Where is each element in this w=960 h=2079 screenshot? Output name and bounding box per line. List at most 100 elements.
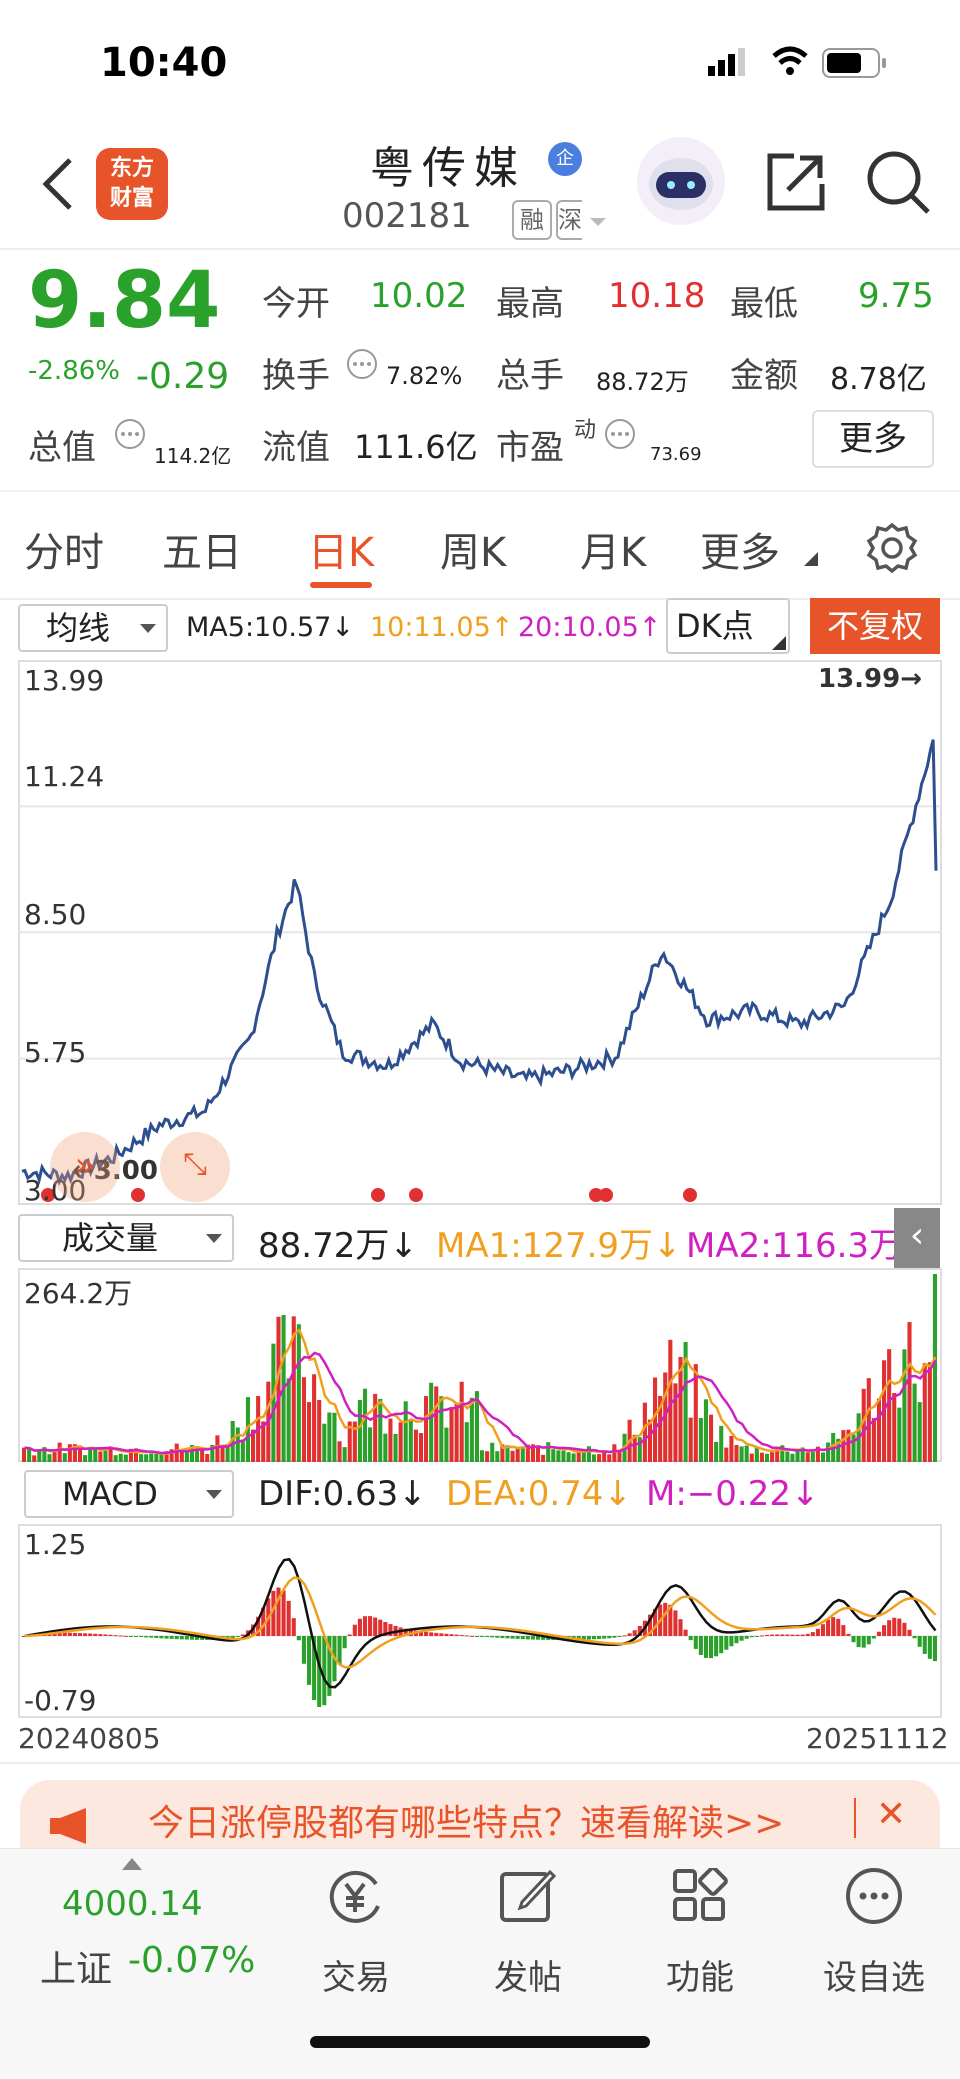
trade-yen-icon[interactable] bbox=[324, 1866, 386, 1928]
info-dots-icon[interactable] bbox=[114, 418, 146, 450]
volume-bar bbox=[510, 1450, 515, 1462]
stock-code: 002181 bbox=[342, 196, 472, 236]
macd-bar bbox=[922, 1636, 927, 1654]
megaphone-icon bbox=[50, 1808, 86, 1844]
macd-dif: DIF:0.63↓ bbox=[258, 1474, 427, 1514]
tab-more[interactable]: 更多 bbox=[700, 520, 780, 578]
ma-dropdown[interactable]: 均线 bbox=[18, 604, 168, 652]
macd-bar bbox=[113, 1635, 118, 1637]
nav-functions[interactable]: 功能 bbox=[630, 1950, 770, 1999]
macd-bar bbox=[602, 1636, 607, 1639]
volume-chart[interactable] bbox=[18, 1268, 942, 1462]
index-up-arrow-icon bbox=[122, 1858, 142, 1870]
banner-close-button[interactable]: ✕ bbox=[876, 1794, 906, 1835]
nav-post[interactable]: 发帖 bbox=[458, 1950, 598, 1999]
status-time: 10:40 bbox=[100, 40, 228, 86]
macd-bar bbox=[281, 1590, 286, 1636]
search-icon[interactable] bbox=[864, 148, 934, 218]
nav-trade[interactable]: 交易 bbox=[286, 1950, 426, 1999]
volume-bar bbox=[907, 1322, 912, 1462]
more-button[interactable]: 更多 bbox=[812, 410, 934, 468]
back-icon[interactable] bbox=[40, 156, 76, 212]
volume-bar bbox=[67, 1444, 72, 1462]
volume-bar bbox=[123, 1454, 128, 1462]
float-value: 111.6亿 bbox=[354, 428, 478, 466]
tab-monthly-k[interactable]: 月K bbox=[580, 520, 646, 578]
macd-bar bbox=[159, 1636, 164, 1639]
macd-bar bbox=[72, 1632, 77, 1636]
volume-bar bbox=[301, 1377, 306, 1462]
functions-grid-icon[interactable] bbox=[672, 1868, 728, 1924]
tab-daily-k[interactable]: 日K bbox=[308, 520, 374, 578]
volume-bar bbox=[27, 1448, 32, 1462]
macd-bar bbox=[500, 1636, 505, 1639]
price-chart[interactable] bbox=[18, 660, 942, 1205]
scroll-left-indicator[interactable]: » bbox=[50, 1132, 120, 1202]
tab-minute[interactable]: 分时 bbox=[24, 520, 104, 578]
volume-bar bbox=[927, 1362, 932, 1462]
tag-dropdown-icon[interactable] bbox=[588, 216, 608, 228]
stock-name: 粤传媒 bbox=[370, 143, 526, 194]
macd-bar bbox=[780, 1634, 785, 1636]
macd-bar bbox=[810, 1632, 815, 1636]
macd-bar bbox=[846, 1633, 851, 1636]
info-dots-icon[interactable] bbox=[604, 418, 636, 450]
volume-dropdown[interactable]: 成交量 bbox=[18, 1214, 234, 1262]
tab-weekly-k[interactable]: 周K bbox=[440, 520, 506, 578]
macd-bar bbox=[607, 1636, 612, 1639]
macd-bar bbox=[678, 1619, 683, 1636]
macd-dea: DEA:0.74↓ bbox=[446, 1474, 632, 1514]
volume-bar bbox=[469, 1397, 474, 1462]
volume-bar bbox=[357, 1400, 362, 1462]
macd-bar bbox=[108, 1634, 113, 1636]
more-options-icon[interactable] bbox=[844, 1866, 904, 1926]
macd-m: M:−0.22↓ bbox=[646, 1474, 820, 1514]
macd-bar bbox=[871, 1636, 876, 1639]
macd-bar bbox=[841, 1625, 846, 1636]
macd-bar bbox=[530, 1636, 535, 1640]
macd-bar bbox=[724, 1636, 729, 1650]
macd-bar bbox=[352, 1624, 357, 1636]
index-name[interactable]: 上证 bbox=[40, 1940, 112, 1992]
macd-bar bbox=[93, 1633, 98, 1636]
index-value[interactable]: 4000.14 bbox=[62, 1884, 203, 1924]
low-value: 9.75 bbox=[858, 276, 934, 316]
expand-indicator[interactable]: ⤡ bbox=[160, 1132, 230, 1202]
signal-dot bbox=[371, 1188, 385, 1202]
settings-gear-icon[interactable] bbox=[866, 522, 918, 574]
share-icon[interactable] bbox=[764, 150, 828, 214]
macd-bar bbox=[286, 1600, 291, 1636]
macd-bar bbox=[184, 1636, 189, 1640]
volume-bar bbox=[424, 1396, 429, 1462]
index-change[interactable]: -0.07% bbox=[128, 1940, 255, 1981]
volume-bar bbox=[154, 1453, 159, 1462]
macd-bar bbox=[632, 1630, 637, 1636]
volume-bar bbox=[62, 1453, 67, 1462]
macd-bar bbox=[927, 1636, 932, 1659]
volume-bar bbox=[312, 1374, 317, 1462]
macd-dropdown[interactable]: MACD bbox=[24, 1470, 234, 1518]
nav-add-watchlist[interactable]: 设自选 bbox=[804, 1950, 944, 1999]
volume-bar bbox=[871, 1418, 876, 1462]
macd-bar bbox=[795, 1634, 800, 1636]
volume-bar bbox=[744, 1445, 749, 1462]
macd-bar bbox=[469, 1635, 474, 1637]
wifi-icon bbox=[772, 46, 808, 75]
macd-bar bbox=[770, 1634, 775, 1636]
volume-bar bbox=[902, 1349, 907, 1462]
macd-bar bbox=[597, 1636, 602, 1639]
macd-bar bbox=[917, 1636, 922, 1647]
post-edit-icon[interactable] bbox=[498, 1866, 558, 1926]
no-adjust-button[interactable]: 不复权 bbox=[810, 598, 940, 654]
volume-bar bbox=[271, 1343, 276, 1462]
volume-bar bbox=[790, 1453, 795, 1462]
info-dots-icon[interactable] bbox=[346, 348, 378, 380]
tab-five-day[interactable]: 五日 bbox=[162, 520, 242, 578]
volume-bar bbox=[851, 1434, 856, 1462]
volume-bar bbox=[709, 1414, 714, 1462]
collapse-panel-button[interactable]: ‹ bbox=[894, 1208, 940, 1268]
macd-chart[interactable] bbox=[18, 1524, 942, 1718]
volume-bar bbox=[810, 1450, 815, 1462]
robot-avatar-icon[interactable] bbox=[636, 136, 726, 226]
status-bar: 10:40 bbox=[0, 0, 960, 120]
